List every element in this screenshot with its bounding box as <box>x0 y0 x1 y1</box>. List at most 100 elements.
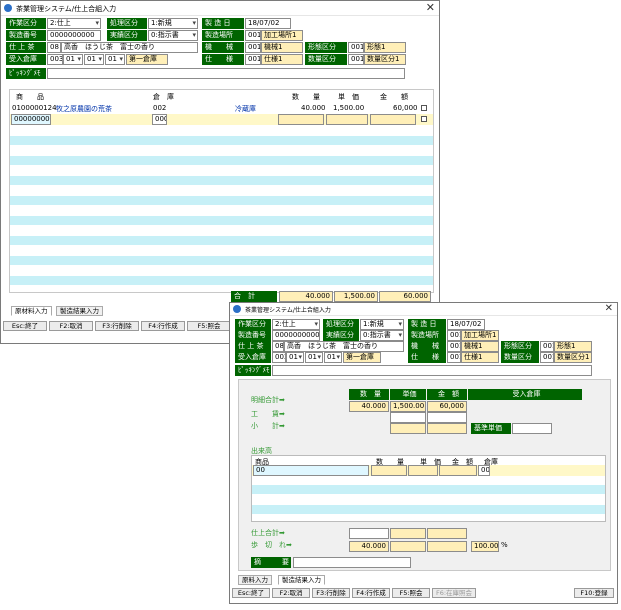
budomari-kingaku <box>427 541 467 552</box>
close-icon[interactable]: ✕ <box>605 303 613 315</box>
input-kouchin-tanka[interactable] <box>390 412 426 423</box>
row2-kingaku-input[interactable] <box>370 114 416 125</box>
table-row[interactable]: 00 000 <box>252 465 605 476</box>
label-picking: ﾋﾟｯｷﾝｸﾞﾒﾓ <box>6 68 46 79</box>
table-row[interactable]: 0100000124 牧之原農園の荒茶 002 冷蔵庫 40.000 1,500… <box>10 103 433 113</box>
shiage-kingaku <box>427 528 467 539</box>
input-kouchin-kingaku[interactable] <box>427 412 467 423</box>
label-ukeire: 受入倉庫 <box>6 54 46 65</box>
table-row[interactable] <box>10 136 433 145</box>
select-sagyo[interactable]: 2:仕上 <box>47 18 101 29</box>
budomari-pct: 100.00 <box>471 541 499 552</box>
table-row[interactable] <box>252 505 605 514</box>
title-bar[interactable]: 茶業管理システム/仕上合組入力 ✕ <box>230 303 617 316</box>
select-ukeire-2[interactable]: 01 <box>84 54 104 65</box>
table-row[interactable]: 000000000 000 <box>10 114 433 125</box>
input-shiyo-code[interactable]: 001 <box>245 54 261 65</box>
label-biko: 摘 要 <box>251 557 291 568</box>
esc-button[interactable]: Esc:終了 <box>3 321 47 331</box>
select-shori[interactable]: 1:新規 <box>360 319 404 330</box>
row2-checkbox[interactable] <box>421 116 427 122</box>
tab-genzairyo[interactable]: 原材料入力 <box>11 306 52 316</box>
input-biko[interactable] <box>293 557 411 568</box>
input-kikai-code[interactable]: 001 <box>447 341 461 352</box>
select-ukeire-1[interactable]: 01 <box>63 54 83 65</box>
input-seizo-basho-code[interactable]: 001 <box>245 30 261 41</box>
input-seizo-bi[interactable]: 18/07/02 <box>245 18 291 29</box>
input-kikai-code[interactable]: 001 <box>245 42 261 53</box>
input-keijo-code[interactable]: 001 <box>348 42 364 53</box>
table-row[interactable] <box>10 176 433 185</box>
input-seizo-no[interactable]: 0000000000 <box>47 30 101 41</box>
row2-shohin-code-input[interactable]: 000000000 <box>11 114 51 125</box>
row2-tanka-input[interactable] <box>326 114 368 125</box>
label-kikai: 機 械 <box>408 341 446 352</box>
shiage-name: 高香 ほうじ茶 富士の香り <box>284 341 404 352</box>
pct-unit: % <box>501 541 508 549</box>
input-kijun-tanka[interactable] <box>512 423 552 434</box>
window-shiage-input-1: 茶業管理システム/仕上合組入力 ✕ 作業区分 2:仕上 処理区分 1:新規 製 … <box>0 0 440 344</box>
label-ukeire: 受入倉庫 <box>235 352 271 363</box>
label-suryo-kubun: 数量区分 <box>501 352 539 363</box>
f5-button[interactable]: F5:照会 <box>187 321 231 331</box>
dekidaka-tanka-input[interactable] <box>408 465 438 476</box>
row1-checkbox[interactable] <box>421 105 427 111</box>
input-suryo-kubun-code[interactable]: 001 <box>540 352 554 363</box>
f4-button[interactable]: F4:行作成 <box>141 321 185 331</box>
select-shori[interactable]: 1:新規 <box>148 18 198 29</box>
table-row[interactable] <box>10 156 433 165</box>
tab-genryo[interactable]: 原料入力 <box>238 575 272 585</box>
tab-seizo-kekka[interactable]: 製造結果入力 <box>278 575 325 585</box>
row1-shohin-code: 0100000124 <box>12 104 57 112</box>
label-seizo-bi: 製 造 日 <box>202 18 244 29</box>
f10-register-button[interactable]: F10:登録 <box>574 588 614 598</box>
f3-button[interactable]: F3:行削除 <box>312 588 350 598</box>
f2-button[interactable]: F2:取消 <box>49 321 93 331</box>
select-ukeire-3[interactable]: 01 <box>105 54 125 65</box>
f4-button[interactable]: F4:行作成 <box>352 588 390 598</box>
dekidaka-soko-input[interactable]: 000 <box>478 465 490 476</box>
f6-button[interactable]: F6:在庫照会 <box>432 588 476 598</box>
esc-button[interactable]: Esc:終了 <box>232 588 270 598</box>
input-picking-memo[interactable] <box>272 365 592 376</box>
input-seizo-no[interactable]: 0000000000 <box>272 330 320 341</box>
select-ukeire-2[interactable]: 01 <box>305 352 323 363</box>
table-row[interactable] <box>10 256 433 265</box>
row2-soko-input[interactable]: 000 <box>152 114 167 125</box>
table-row[interactable] <box>10 236 433 245</box>
input-shiage-code[interactable]: 08 <box>272 341 284 352</box>
input-shiyo-code[interactable]: 001 <box>447 352 461 363</box>
select-ukeire-3[interactable]: 01 <box>324 352 342 363</box>
select-jisseki[interactable]: 0:指示書 <box>148 30 198 41</box>
f2-button[interactable]: F2:取消 <box>272 588 310 598</box>
title-bar[interactable]: 茶業管理システム/仕上合組入力 ✕ <box>1 1 439 16</box>
f3-button[interactable]: F3:行削除 <box>95 321 139 331</box>
input-seizo-basho-code[interactable]: 001 <box>447 330 461 341</box>
window-title: 茶業管理システム/仕上合組入力 <box>16 5 117 13</box>
close-icon[interactable]: ✕ <box>426 1 435 15</box>
input-keijo-code[interactable]: 001 <box>540 341 554 352</box>
table-row[interactable] <box>252 485 605 494</box>
row2-suryo-input[interactable] <box>278 114 324 125</box>
label-meisai-gokei: 明細合計➡ <box>251 396 285 404</box>
kikai-name: 機械1 <box>461 341 499 352</box>
input-ukeire-code[interactable]: 003 <box>272 352 286 363</box>
select-ukeire-1[interactable]: 01 <box>286 352 304 363</box>
dekidaka-kingaku-input[interactable] <box>439 465 477 476</box>
table-row[interactable] <box>10 216 433 225</box>
input-picking-memo[interactable] <box>47 68 405 79</box>
dekidaka-shohin-input[interactable]: 00 <box>253 465 369 476</box>
keijo-name: 形態1 <box>554 341 592 352</box>
input-suryo-kubun-code[interactable]: 001 <box>348 54 364 65</box>
tab-seizo-kekka[interactable]: 製造結果入力 <box>56 306 103 316</box>
dekidaka-suryo-input[interactable] <box>371 465 407 476</box>
input-shiage-code[interactable]: 08 <box>47 42 61 53</box>
f5-button[interactable]: F5:照会 <box>392 588 430 598</box>
table-row[interactable] <box>10 276 433 285</box>
input-seizo-bi[interactable]: 18/07/02 <box>447 319 485 330</box>
table-row[interactable] <box>10 196 433 205</box>
select-sagyo[interactable]: 2:仕上 <box>272 319 320 330</box>
label-sagyo: 作業区分 <box>235 319 271 330</box>
select-jisseki[interactable]: 0:指示書 <box>360 330 404 341</box>
input-ukeire-code[interactable]: 003 <box>47 54 63 65</box>
